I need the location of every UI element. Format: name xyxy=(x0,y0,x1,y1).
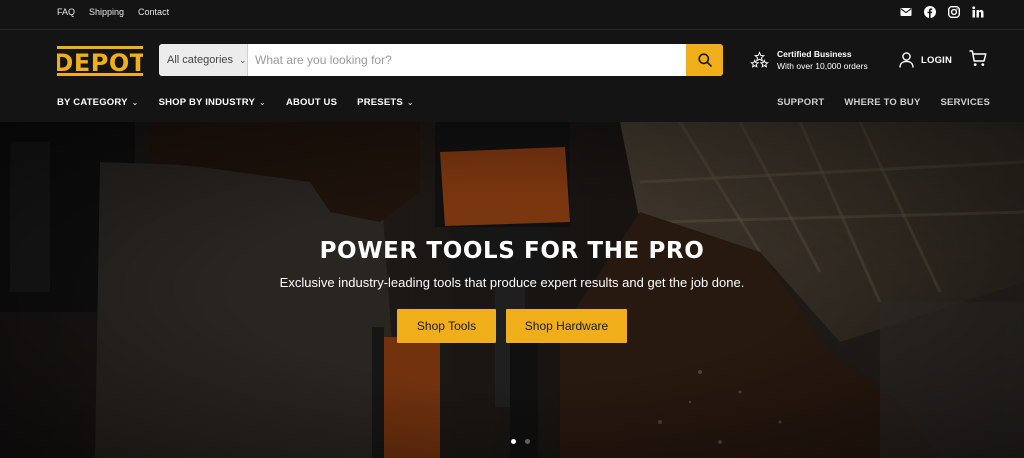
top-utility-bar: FAQ Shipping Contact xyxy=(0,0,1024,30)
facebook-icon[interactable] xyxy=(924,6,936,18)
category-select-label: All categories xyxy=(167,54,234,66)
contact-link[interactable]: Contact xyxy=(138,7,169,17)
chevron-down-icon: ⌄ xyxy=(239,54,247,65)
depot-logo[interactable]: DEPOT xyxy=(53,44,146,77)
social-links xyxy=(900,6,984,18)
instagram-icon[interactable] xyxy=(948,6,960,18)
nav-by-category-label: BY CATEGORY xyxy=(57,97,128,108)
nav-shop-by-industry[interactable]: SHOP BY INDUSTRY ⌄ xyxy=(159,97,266,108)
slide-dot-2[interactable] xyxy=(525,439,530,444)
certified-business-badge: Certified Business With over 10,000 orde… xyxy=(750,48,868,72)
login-label: LOGIN xyxy=(921,54,953,66)
shipping-link[interactable]: Shipping xyxy=(89,7,124,17)
linkedin-icon[interactable] xyxy=(972,6,984,18)
category-select[interactable]: All categories ⌄ xyxy=(159,44,248,76)
stars-icon xyxy=(750,50,769,68)
chevron-down-icon: ⌄ xyxy=(131,98,139,107)
nav-where-to-buy[interactable]: WHERE TO BUY xyxy=(844,97,920,108)
nav-services[interactable]: SERVICES xyxy=(941,97,990,108)
main-header: DEPOT All categories ⌄ Certified Busines… xyxy=(0,30,1024,90)
shop-tools-button[interactable]: Shop Tools xyxy=(397,309,496,343)
slider-dots xyxy=(511,439,530,444)
hero-content: POWER TOOLS FOR THE PRO Exclusive indust… xyxy=(0,238,1024,343)
nav-presets[interactable]: PRESETS ⌄ xyxy=(357,97,414,108)
nav-about-us-label: ABOUT US xyxy=(285,97,338,108)
cart-icon xyxy=(969,50,987,66)
search-button[interactable] xyxy=(686,44,723,76)
user-icon xyxy=(899,52,914,68)
chevron-down-icon: ⌄ xyxy=(406,98,414,107)
certified-subtitle: With over 10,000 orders xyxy=(777,61,868,71)
shop-hardware-button[interactable]: Shop Hardware xyxy=(506,309,627,343)
hero-subtitle: Exclusive industry-leading tools that pr… xyxy=(279,275,745,290)
nav-presets-label: PRESETS xyxy=(357,97,403,108)
nav-support[interactable]: SUPPORT xyxy=(777,97,824,108)
nav-by-category[interactable]: BY CATEGORY ⌄ xyxy=(57,97,139,108)
main-nav: BY CATEGORY ⌄ SHOP BY INDUSTRY ⌄ ABOUT US … xyxy=(0,90,1024,122)
logo-text: DEPOT xyxy=(57,49,143,76)
hero-banner: POWER TOOLS FOR THE PRO Exclusive indust… xyxy=(0,122,1024,458)
utility-links: FAQ Shipping Contact xyxy=(57,7,169,17)
faq-link[interactable]: FAQ xyxy=(57,7,75,17)
search-bar: All categories ⌄ xyxy=(159,44,723,76)
cart-button[interactable] xyxy=(969,50,987,72)
chevron-down-icon: ⌄ xyxy=(259,98,266,107)
search-input[interactable] xyxy=(248,44,686,76)
slide-dot-1[interactable] xyxy=(511,439,516,444)
hero-title: POWER TOOLS FOR THE PRO xyxy=(319,238,705,264)
login-button[interactable]: LOGIN xyxy=(899,52,952,68)
certified-title: Certified Business xyxy=(777,49,852,59)
nav-about-us[interactable]: ABOUT US xyxy=(286,97,337,108)
mail-icon[interactable] xyxy=(900,6,912,18)
search-icon xyxy=(697,53,712,67)
nav-shop-by-industry-label: SHOP BY INDUSTRY xyxy=(158,97,256,108)
